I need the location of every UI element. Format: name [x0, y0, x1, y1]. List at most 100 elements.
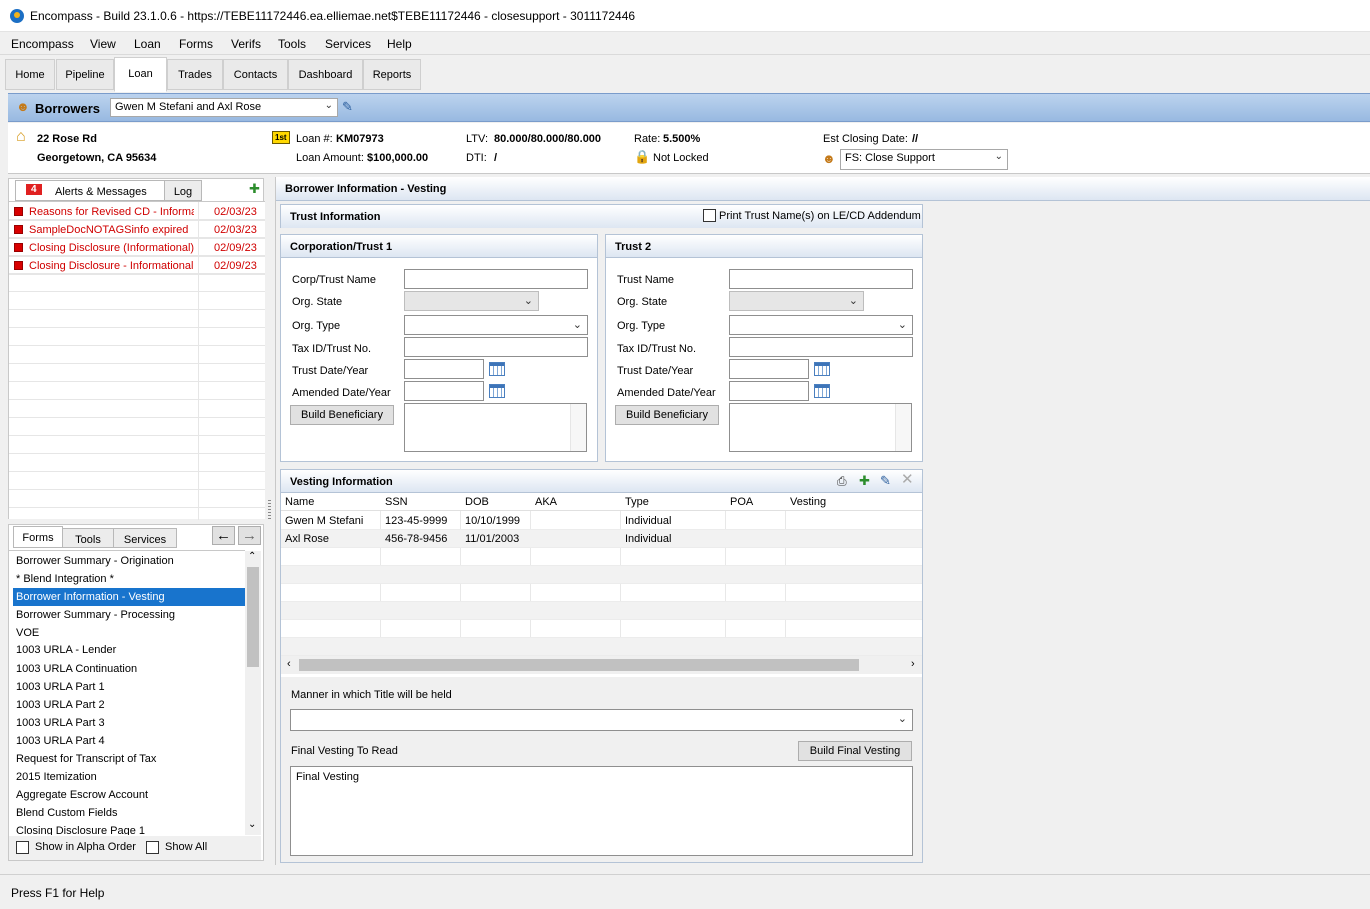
col-type[interactable]: Type	[625, 496, 649, 508]
form-item[interactable]: 2015 Itemization	[13, 768, 245, 786]
edit-icon[interactable]: ✎	[342, 100, 353, 114]
alert-row[interactable]: Closing Disclosure (Informational) 02/09…	[9, 239, 265, 257]
property-address1: 22 Rose Rd	[37, 133, 97, 145]
menu-loan[interactable]: Loan	[134, 37, 161, 51]
trust2-name-input[interactable]	[729, 269, 913, 289]
tab-forms[interactable]: Forms	[13, 526, 63, 548]
tab-pipeline[interactable]: Pipeline	[56, 59, 114, 90]
vesting-grid: Name SSN DOB AKA Type POA Vesting Gwen M…	[281, 493, 922, 656]
form-item[interactable]: Blend Custom Fields	[13, 804, 245, 822]
amended-date-input[interactable]	[404, 381, 484, 401]
alert-text: Reasons for Revised CD - Informa	[29, 206, 194, 218]
calendar-icon[interactable]	[489, 362, 505, 376]
alert-row[interactable]: Closing Disclosure - Informational 02/09…	[9, 257, 265, 275]
chevron-down-icon: ⌄	[897, 319, 907, 331]
col-ssn[interactable]: SSN	[385, 496, 408, 508]
scroll-up-icon[interactable]: ⌃	[248, 551, 256, 562]
table-row[interactable]: Axl Rose 456-78-9456 11/01/2003 Individu…	[281, 530, 922, 548]
forward-arrow-icon[interactable]: →	[238, 526, 261, 545]
tab-loan[interactable]: Loan	[114, 57, 167, 92]
org-type-select[interactable]: ⌄	[404, 315, 588, 335]
trust-date-input[interactable]	[404, 359, 484, 379]
trust2-build-beneficiary-button[interactable]: Build Beneficiary	[615, 405, 719, 425]
show-all-checkbox[interactable]	[146, 841, 159, 854]
menu-help[interactable]: Help	[387, 37, 412, 51]
assignee-select-value: FS: Close Support	[845, 152, 935, 164]
col-aka[interactable]: AKA	[535, 496, 557, 508]
col-vesting[interactable]: Vesting	[790, 496, 826, 508]
vesting-hscrollbar[interactable]: ‹ ›	[281, 656, 922, 674]
tab-contacts[interactable]: Contacts	[223, 59, 288, 90]
form-item[interactable]: 1003 URLA Part 2	[13, 696, 245, 714]
borrower-select[interactable]: Gwen M Stefani and Axl Rose ⌄	[110, 98, 338, 117]
tab-dashboard[interactable]: Dashboard	[288, 59, 363, 90]
print-icon[interactable]: ⎙	[837, 474, 847, 488]
menu-tools[interactable]: Tools	[278, 37, 306, 51]
show-alpha-checkbox[interactable]	[16, 841, 29, 854]
col-dob[interactable]: DOB	[465, 496, 489, 508]
print-trust-checkbox[interactable]	[703, 209, 716, 222]
assignee-select[interactable]: FS: Close Support ⌄	[840, 149, 1008, 170]
delete-icon[interactable]: ✕	[901, 472, 914, 487]
alert-row[interactable]: SampleDocNOTAGSinfo expired 02/03/23	[9, 221, 265, 239]
menu-view[interactable]: View	[90, 37, 116, 51]
org-state-select[interactable]: ⌄	[404, 291, 539, 311]
form-item[interactable]: Closing Disclosure Page 1	[13, 822, 245, 835]
trust2-org-state-select[interactable]: ⌄	[729, 291, 864, 311]
form-item[interactable]: Borrower Summary - Origination	[13, 552, 245, 570]
form-item-selected[interactable]: Borrower Information - Vesting	[13, 588, 245, 606]
alert-flag-icon	[14, 243, 23, 252]
alert-date: 02/09/23	[214, 260, 257, 272]
form-item[interactable]: Aggregate Escrow Account	[13, 786, 245, 804]
beneficiary-textarea[interactable]	[404, 403, 587, 452]
form-item[interactable]: VOE	[13, 624, 245, 642]
manner-select[interactable]: ⌄	[290, 709, 913, 731]
tab-trades[interactable]: Trades	[167, 59, 223, 90]
form-item[interactable]: Request for Transcript of Tax	[13, 750, 245, 768]
form-item[interactable]: 1003 URLA - Lender	[13, 641, 245, 659]
splitter-handle[interactable]	[268, 500, 271, 520]
scroll-left-icon[interactable]: ‹	[287, 658, 291, 670]
form-item[interactable]: 1003 URLA Continuation	[13, 660, 245, 678]
menu-encompass[interactable]: Encompass	[11, 37, 74, 51]
form-item[interactable]: 1003 URLA Part 1	[13, 678, 245, 696]
tab-log[interactable]: Log	[164, 180, 202, 201]
form-item[interactable]: 1003 URLA Part 3	[13, 714, 245, 732]
forms-scrollbar[interactable]: ⌃ ⌄	[245, 551, 261, 835]
build-beneficiary-button[interactable]: Build Beneficiary	[290, 405, 394, 425]
col-name[interactable]: Name	[285, 496, 314, 508]
add-document-icon[interactable]: ✚	[249, 182, 260, 196]
alerts-panel: 4 Alerts & Messages Log ✚ Reasons for Re…	[8, 178, 265, 520]
menu-forms[interactable]: Forms	[179, 37, 213, 51]
calendar-icon[interactable]	[814, 362, 830, 376]
calendar-icon[interactable]	[489, 384, 505, 398]
trust2-org-type-select[interactable]: ⌄	[729, 315, 913, 335]
back-arrow-icon[interactable]: ←	[212, 526, 235, 545]
tax-id-input[interactable]	[404, 337, 588, 357]
scroll-right-icon[interactable]: ›	[911, 658, 915, 670]
menu-services[interactable]: Services	[325, 37, 371, 51]
tab-alerts[interactable]: 4 Alerts & Messages	[15, 180, 165, 201]
tab-reports[interactable]: Reports	[363, 59, 421, 90]
table-row[interactable]: Gwen M Stefani 123-45-9999 10/10/1999 In…	[281, 512, 922, 530]
build-final-vesting-button[interactable]: Build Final Vesting	[798, 741, 912, 761]
form-item[interactable]: * Blend Integration *	[13, 570, 245, 588]
corp-trust-name-input[interactable]	[404, 269, 588, 289]
col-poa[interactable]: POA	[730, 496, 753, 508]
form-item[interactable]: 1003 URLA Part 4	[13, 732, 245, 750]
scroll-down-icon[interactable]: ⌄	[248, 819, 256, 830]
calendar-icon[interactable]	[814, 384, 830, 398]
alert-row[interactable]: Reasons for Revised CD - Informa 02/03/2…	[9, 203, 265, 221]
trust2-date-input[interactable]	[729, 359, 809, 379]
final-vesting-textarea[interactable]: Final Vesting	[290, 766, 913, 856]
add-icon[interactable]: ✚	[859, 474, 870, 488]
tab-tools[interactable]: Tools	[62, 528, 114, 548]
trust2-beneficiary-textarea[interactable]	[729, 403, 912, 452]
form-item[interactable]: Borrower Summary - Processing	[13, 606, 245, 624]
edit-icon[interactable]: ✎	[880, 474, 891, 488]
trust2-tax-id-input[interactable]	[729, 337, 913, 357]
tab-home[interactable]: Home	[5, 59, 55, 90]
menu-verifs[interactable]: Verifs	[231, 37, 261, 51]
tab-services[interactable]: Services	[113, 528, 177, 548]
trust2-amended-date-input[interactable]	[729, 381, 809, 401]
